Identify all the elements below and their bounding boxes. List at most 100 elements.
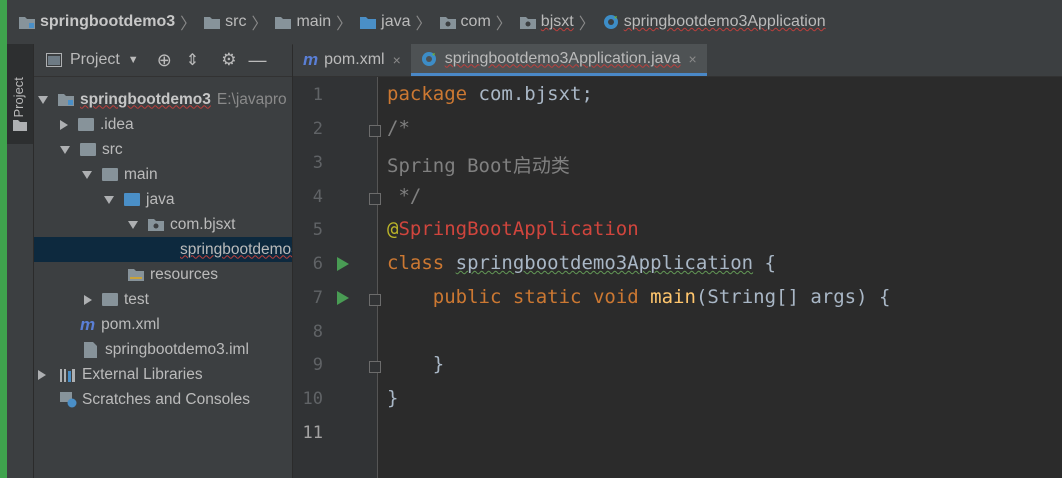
breadcrumb: springbootdemo3 〉 src 〉 main 〉 java 〉 co… (7, 0, 1062, 45)
code-line-1: package com.bjsxt; (387, 83, 593, 105)
breadcrumb-separator: 〉 (495, 16, 512, 33)
project-panel-header: Project ▼ ⊕ ⇕ ⚙ — (34, 44, 292, 77)
code-line-4: */ (387, 185, 422, 207)
tree-item-pom[interactable]: m pom.xml (34, 312, 292, 337)
breadcrumb-item-project[interactable]: springbootdemo3 (19, 13, 175, 31)
project-view-icon (46, 53, 62, 67)
expand-arrow-icon[interactable] (38, 369, 46, 380)
view-dropdown-icon[interactable]: ▼ (128, 54, 139, 66)
breadcrumb-separator: 〉 (336, 16, 353, 33)
run-icon[interactable] (337, 257, 349, 271)
maven-icon: m (303, 50, 319, 69)
breadcrumb-item-com[interactable]: com (439, 13, 491, 31)
line-number: 1 (312, 85, 323, 105)
package-icon (439, 16, 456, 29)
line-number: 11 (302, 423, 323, 443)
source-folder-icon (360, 16, 377, 29)
line-number: 9 (312, 355, 323, 375)
tree-item-iml[interactable]: springbootdemo3.iml (34, 337, 292, 362)
expand-arrow-icon[interactable] (84, 294, 92, 305)
tree-item-main[interactable]: main (34, 162, 292, 187)
code-line-5: @SpringBootApplication (387, 218, 639, 240)
line-number: 5 (312, 220, 323, 240)
module-folder-icon (19, 16, 35, 29)
spring-class-icon (603, 15, 618, 29)
tree-item-idea[interactable]: .idea (34, 112, 292, 137)
project-tool-tab[interactable]: 1: Project (7, 44, 33, 144)
breadcrumb-separator: 〉 (415, 16, 432, 33)
run-icon[interactable] (337, 291, 349, 305)
maven-icon: m (80, 314, 96, 334)
line-number: 7 (312, 288, 323, 308)
gear-icon[interactable]: ⚙ (221, 50, 236, 70)
breadcrumb-separator: 〉 (251, 16, 268, 33)
breadcrumb-item-java[interactable]: java (360, 13, 411, 31)
code-editor[interactable]: 1 2 3 4 5 6 7 8 9 10 11 package com.bjsx… (293, 77, 1062, 478)
breadcrumb-item-class[interactable]: springbootdemo3Application (603, 13, 826, 31)
fold-marker-icon[interactable] (369, 193, 381, 205)
locate-icon[interactable]: ⊕ (157, 50, 172, 71)
folder-icon (102, 168, 118, 181)
fold-marker-icon[interactable] (369, 294, 381, 306)
expand-arrow-icon[interactable] (60, 145, 70, 154)
expand-arrow-icon[interactable] (60, 119, 68, 130)
tree-item-java[interactable]: java (34, 187, 292, 212)
breadcrumb-item-bjsxt[interactable]: bjsxt (519, 13, 574, 31)
tab-pom-xml[interactable]: m pom.xml × (293, 44, 411, 76)
tree-item-project-root[interactable]: springbootdemo3 E:\javapro (34, 87, 292, 112)
code-line-9: } (387, 353, 445, 375)
expand-arrow-icon[interactable] (128, 220, 138, 229)
close-icon[interactable]: × (393, 52, 401, 68)
code-line-2: /* (387, 117, 410, 139)
project-panel: Project ▼ ⊕ ⇕ ⚙ — springbootdemo3 E:\jav… (34, 44, 292, 478)
hide-panel-icon[interactable]: — (248, 50, 266, 71)
line-number: 4 (312, 187, 323, 207)
libraries-icon (60, 368, 75, 382)
editor-gutter: 1 2 3 4 5 6 7 8 9 10 11 (293, 77, 381, 478)
package-icon (148, 219, 164, 231)
module-folder-icon (58, 94, 74, 106)
tree-item-resources[interactable]: resources (34, 262, 292, 287)
line-number: 2 (312, 119, 323, 139)
folder-icon (13, 120, 27, 131)
file-icon (84, 341, 97, 358)
tree-item-scratches[interactable]: Scratches and Consoles (34, 387, 292, 412)
expand-arrow-icon[interactable] (104, 195, 114, 204)
editor-tab-bar: m pom.xml × springbootdemo3Application.j… (293, 44, 1062, 77)
folder-icon (275, 16, 292, 29)
code-line-6: class springbootdemo3Application { (387, 252, 776, 274)
folder-icon (102, 293, 118, 306)
left-edge-bar (0, 0, 7, 478)
tree-item-package[interactable]: com.bjsxt (34, 212, 292, 237)
close-icon[interactable]: × (688, 51, 696, 67)
breadcrumb-item-src[interactable]: src (204, 13, 246, 31)
code-line-7: public static void main(String[] args) { (432, 286, 891, 308)
package-icon (519, 16, 536, 29)
project-panel-title[interactable]: Project (70, 51, 120, 69)
resources-folder-icon (128, 269, 144, 281)
tool-window-strip: 1: Project (7, 44, 34, 478)
line-number: 6 (312, 254, 323, 274)
line-number: 10 (302, 389, 323, 409)
expand-arrow-icon[interactable] (38, 95, 48, 104)
expand-arrow-icon[interactable] (82, 170, 92, 179)
line-number: 3 (312, 153, 323, 173)
line-number: 8 (312, 322, 323, 342)
code-line-10: } (387, 387, 399, 409)
spring-class-icon (421, 51, 436, 66)
folder-icon (78, 118, 94, 131)
tree-item-src[interactable]: src (34, 137, 292, 162)
fold-marker-icon[interactable] (369, 125, 381, 137)
tree-item-application-class[interactable]: springbootdemo3Application (34, 237, 292, 262)
folder-icon (80, 143, 96, 156)
tab-application-java[interactable]: springbootdemo3Application.java × (410, 44, 707, 76)
breadcrumb-separator: 〉 (578, 16, 595, 33)
collapse-all-icon[interactable]: ⇕ (186, 50, 199, 70)
tree-item-test[interactable]: test (34, 287, 292, 312)
tree-item-external-libraries[interactable]: External Libraries (34, 362, 292, 387)
breadcrumb-separator: 〉 (180, 16, 197, 33)
breadcrumb-item-main[interactable]: main (275, 13, 331, 31)
scratches-icon (60, 391, 77, 407)
folder-icon (204, 16, 221, 29)
fold-marker-icon[interactable] (369, 361, 381, 373)
